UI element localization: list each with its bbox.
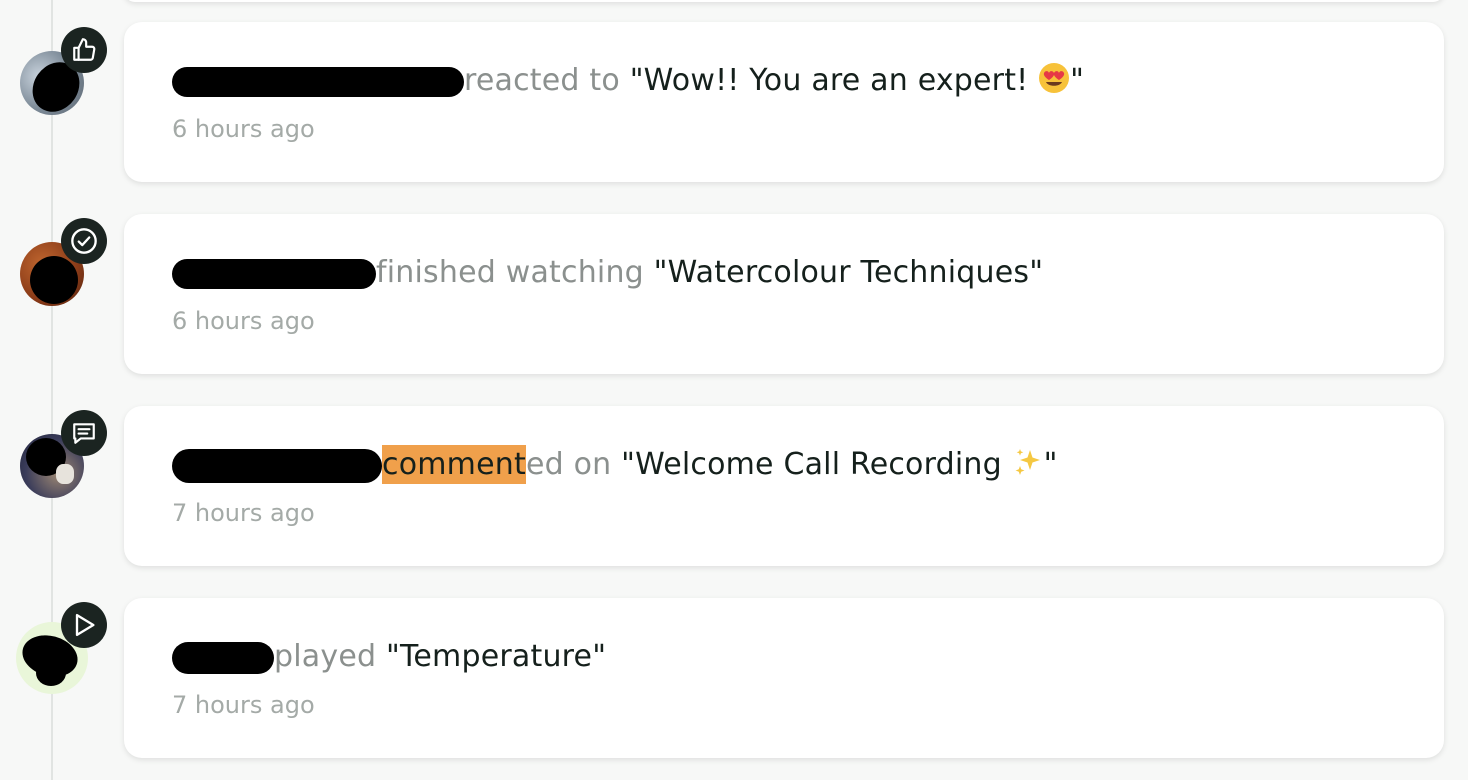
timestamp: 6 hours ago: [172, 307, 315, 335]
actor-name-redacted[interactable]: [172, 66, 464, 97]
activity-text: finished watching "Watercolour Technique…: [172, 252, 1043, 294]
activity-target[interactable]: "Watercolour Techniques": [654, 255, 1044, 290]
activity-feed: reacted to "Wow!! You are an expert! " 6…: [0, 0, 1468, 780]
heart-eyes-emoji-icon: [1039, 63, 1070, 93]
activity-item: commented on "Welcome Call Recording " 7…: [0, 406, 1468, 576]
activity-verb-highlighted: comment: [382, 445, 526, 484]
activity-target[interactable]: "Wow!! You are an expert! ": [630, 63, 1084, 98]
timestamp: 7 hours ago: [172, 691, 315, 719]
activity-text: played "Temperature": [172, 636, 606, 678]
activity-item: played "Temperature" 7 hours ago: [0, 598, 1468, 768]
activity-target[interactable]: "Temperature": [386, 639, 606, 674]
activity-card[interactable]: played "Temperature" 7 hours ago: [124, 598, 1444, 758]
activity-card[interactable]: commented on "Welcome Call Recording " 7…: [124, 406, 1444, 566]
activity-card[interactable]: reacted to "Wow!! You are an expert! " 6…: [124, 22, 1444, 182]
activity-item: reacted to "Wow!! You are an expert! " 6…: [0, 22, 1468, 192]
actor-name-redacted[interactable]: [172, 258, 376, 289]
thumbs-up-icon: [61, 27, 107, 73]
activity-verb: ed on: [525, 447, 612, 482]
previous-activity-card[interactable]: [124, 0, 1444, 2]
activity-verb: played: [274, 639, 377, 674]
activity-verb: reacted to: [464, 63, 620, 98]
activity-target[interactable]: "Welcome Call Recording ": [621, 447, 1057, 482]
actor-name-redacted[interactable]: [172, 448, 382, 483]
comment-icon: [61, 410, 107, 456]
actor-name-redacted[interactable]: [172, 641, 274, 674]
check-circle-icon: [61, 218, 107, 264]
sparkles-emoji-icon: [1015, 449, 1040, 475]
play-icon: [61, 602, 107, 648]
activity-card[interactable]: finished watching "Watercolour Technique…: [124, 214, 1444, 374]
activity-text: reacted to "Wow!! You are an expert! ": [172, 60, 1084, 102]
activity-text: commented on "Welcome Call Recording ": [172, 444, 1058, 486]
activity-item: finished watching "Watercolour Technique…: [0, 214, 1468, 384]
timestamp: 7 hours ago: [172, 499, 315, 527]
timestamp: 6 hours ago: [172, 115, 315, 143]
activity-verb: finished watching: [376, 255, 644, 290]
